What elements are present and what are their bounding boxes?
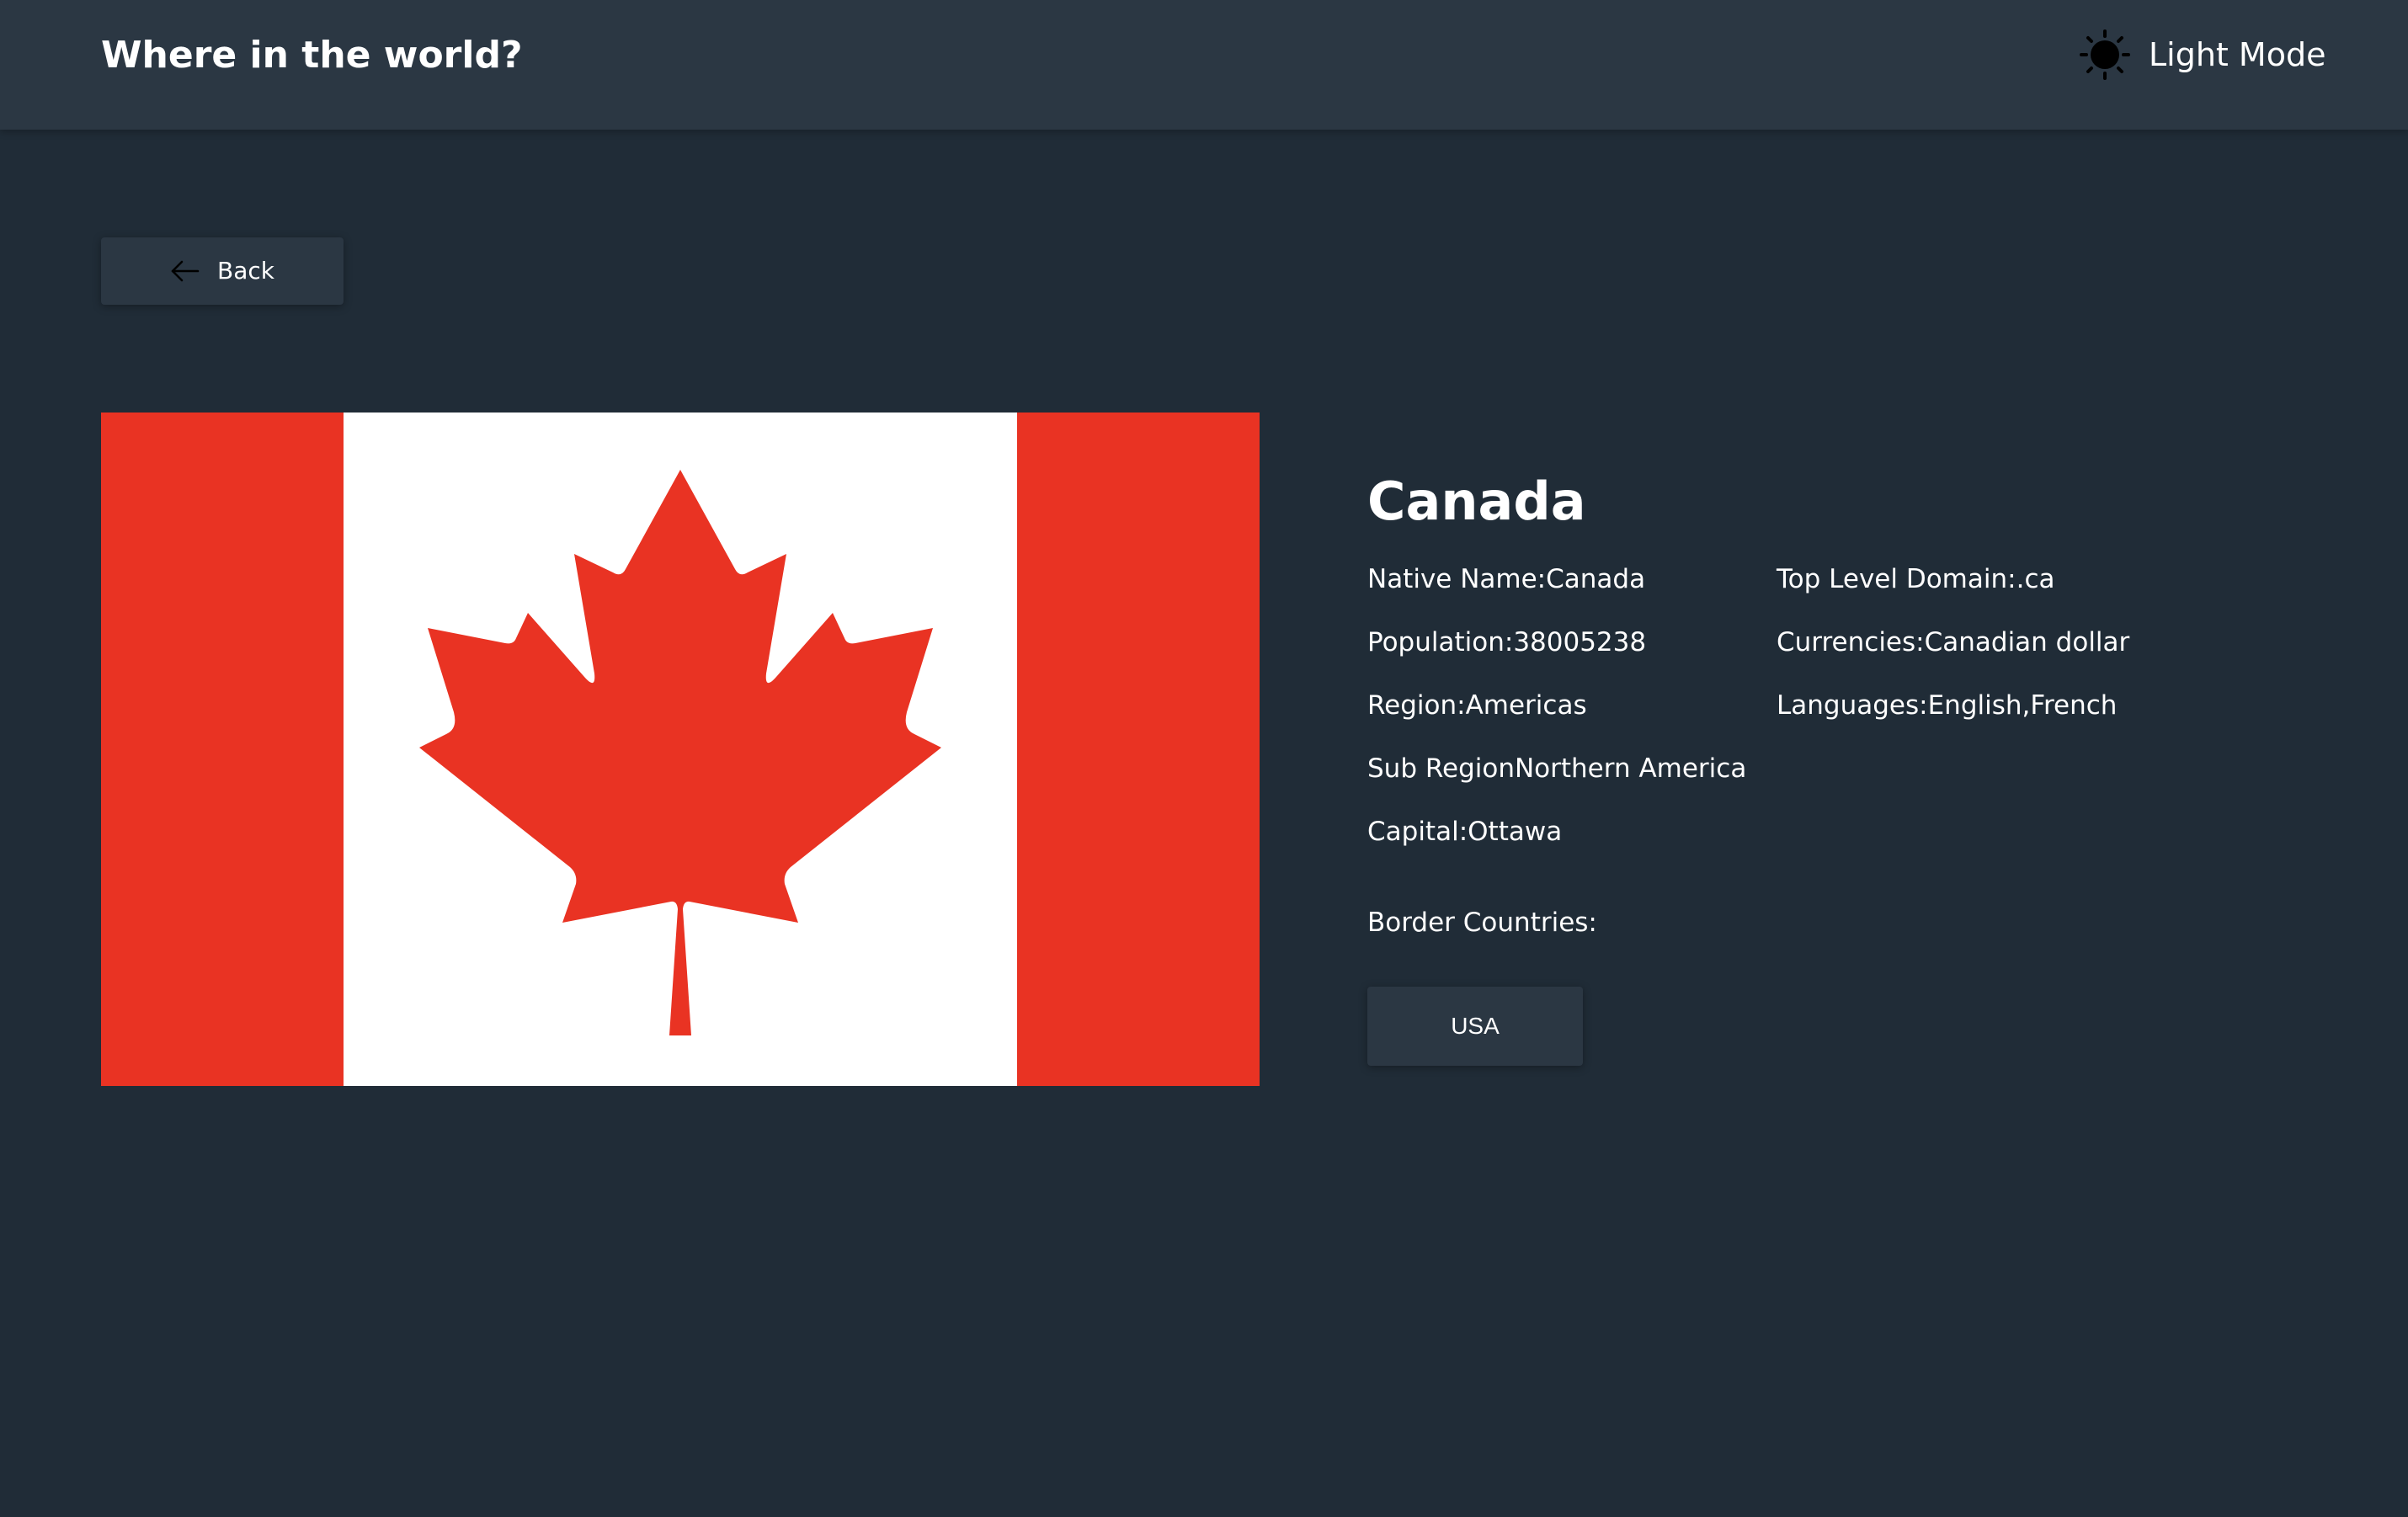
capital: Capital:Ottawa: [1367, 817, 1563, 847]
canada-flag: [101, 413, 1260, 1086]
back-button[interactable]: Back: [101, 237, 344, 305]
country-flag-image: [101, 413, 1260, 1086]
border-country-button[interactable]: USA: [1367, 987, 1583, 1066]
arrow-left-icon: [171, 260, 200, 282]
population: Population:38005238: [1367, 627, 1647, 657]
languages: Languages:English,French: [1777, 690, 2118, 721]
sub-region: Sub RegionNorthern America: [1367, 753, 1747, 784]
currencies: Currencies:Canadian dollar: [1777, 627, 2130, 657]
back-button-label: Back: [217, 257, 274, 285]
details-right-column: Top Level Domain:.ca Currencies:Canadian…: [1777, 562, 2129, 752]
sun-icon: [2080, 29, 2130, 80]
details-left-column: Native Name:Canada Population:38005238 R…: [1367, 562, 1746, 878]
border-countries-title: Border Countries:: [1367, 908, 1597, 938]
top-navbar: Where in the world? Light Mode: [0, 0, 2408, 130]
app-title: Where in the world?: [101, 34, 523, 77]
top-level-domain: Top Level Domain:.ca: [1777, 564, 2055, 594]
light-mode-toggle[interactable]: Light Mode: [2080, 25, 2325, 84]
country-details: Canada Native Name:Canada Population:380…: [1367, 468, 2129, 1066]
flag-right-band: [1017, 413, 1260, 1086]
flag-left-band: [101, 413, 344, 1086]
native-name: Native Name:Canada: [1367, 564, 1646, 594]
region: Region:Americas: [1367, 690, 1587, 721]
light-mode-label: Light Mode: [2149, 36, 2326, 73]
country-name: Canada: [1367, 471, 1586, 532]
